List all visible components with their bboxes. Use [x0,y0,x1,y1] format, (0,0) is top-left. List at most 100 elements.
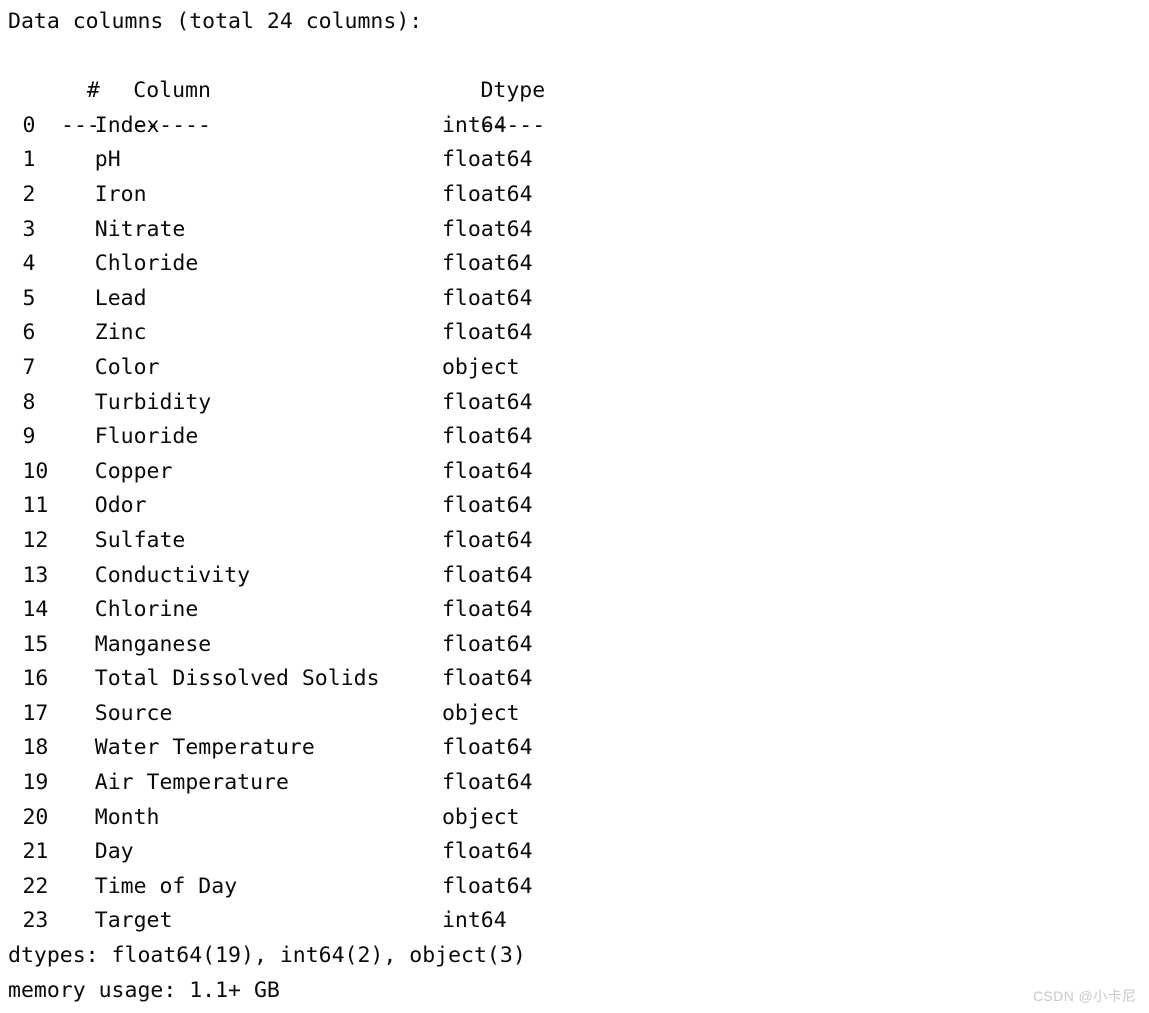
row-gap [66,524,95,559]
row-dtype: float64 [441,527,533,553]
table-row: 10 Copper float64 [8,455,1128,490]
row-dtype: float64 [441,873,533,899]
table-row: 7 Color object [8,351,1128,386]
row-column-name: Total Dissolved Solids [94,666,380,692]
table-row: 8 Turbidity float64 [8,386,1128,421]
row-index: 14 [22,597,49,623]
row-column-name: Conductivity [94,562,251,588]
row-indent [8,178,22,213]
row-index: 8 [22,389,36,415]
row-index: 21 [22,839,49,865]
row-dtype: float64 [441,216,533,242]
table-row: 14 Chlorine float64 [8,593,1128,628]
row-column-name: Target [94,908,173,934]
row-column-name: Index [94,112,160,138]
column-table-header: # Column Dtype [8,40,1128,103]
row-indent [8,593,22,628]
row-index: 4 [22,251,36,277]
row-indent [8,455,22,490]
row-gap [66,731,95,766]
row-indent [8,316,22,351]
row-indent [8,109,22,144]
row-dtype: float64 [441,735,533,761]
row-indent [8,213,22,248]
table-row: 18 Water Temperature float64 [8,731,1128,766]
table-row: 17 Source object [8,697,1128,732]
table-row: 11 Odor float64 [8,489,1128,524]
row-gap [66,628,95,663]
row-indent [8,143,22,178]
row-indent [8,420,22,455]
row-dtype: float64 [441,631,533,657]
row-dtype: float64 [441,493,533,519]
row-dtype: float64 [441,597,533,623]
header-number-label: # [61,78,113,104]
row-dtype: float64 [441,770,533,796]
column-rows-container: 0 Index int64 1 pH float64 2 Iron float64 3… [8,109,1128,939]
memory-usage: memory usage: 1.1+ GB [8,977,280,1003]
row-indent [8,801,22,836]
row-column-name: Fluoride [94,424,199,450]
row-index: 1 [22,147,36,173]
row-indent [8,351,22,386]
row-column-name: Time of Day [94,873,238,899]
row-indent [8,870,22,905]
table-row: 19 Air Temperature float64 [8,766,1128,801]
row-dtype: float64 [441,251,533,277]
row-dtype: float64 [441,666,533,692]
row-index: 10 [22,458,49,484]
row-index: 12 [22,527,49,553]
row-indent [8,731,22,766]
row-column-name: Turbidity [94,389,212,415]
row-dtype: object [441,804,520,830]
row-index: 18 [22,735,49,761]
row-index: 23 [22,908,49,934]
row-index: 11 [22,493,49,519]
row-dtype: int64 [441,112,507,138]
row-gap [66,489,95,524]
row-column-name: Air Temperature [94,770,289,796]
row-indent [8,904,22,939]
row-column-name: Manganese [94,631,212,657]
row-column-name: Nitrate [94,216,186,242]
row-dtype: float64 [441,285,533,311]
row-indent [8,662,22,697]
header-dtype-label: Dtype [480,78,546,104]
row-gap [66,282,95,317]
row-dtype: float64 [441,839,533,865]
row-gap [66,386,95,421]
table-row: 4 Chloride float64 [8,247,1128,282]
header-column-label: Column [133,78,211,104]
row-column-name: Chlorine [94,597,199,623]
table-row: 15 Manganese float64 [8,628,1128,663]
row-index: 5 [22,285,36,311]
row-gap [66,593,95,628]
row-column-name: Water Temperature [94,735,315,761]
row-dtype: float64 [441,320,533,346]
table-row: 16 Total Dissolved Solids float64 [8,662,1128,697]
table-row: 0 Index int64 [8,109,1128,144]
row-dtype: object [441,354,520,380]
row-gap [66,109,95,144]
row-column-name: pH [94,147,121,173]
row-dtype: float64 [441,389,533,415]
row-dtype: object [441,700,520,726]
row-indent [8,835,22,870]
row-gap [66,420,95,455]
row-column-name: Source [94,700,173,726]
row-index: 6 [22,320,36,346]
table-row: 23 Target int64 [8,904,1128,939]
row-indent [8,766,22,801]
row-indent [8,282,22,317]
row-gap [66,455,95,490]
row-gap [66,247,95,282]
row-index: 17 [22,700,49,726]
row-index: 15 [22,631,49,657]
row-dtype: float64 [441,562,533,588]
row-gap [66,559,95,594]
row-index: 3 [22,216,36,242]
row-column-name: Sulfate [94,527,186,553]
table-row: 20 Month object [8,801,1128,836]
pandas-info-output: Data columns (total 24 columns): # Colum… [8,5,1128,1008]
table-row: 9 Fluoride float64 [8,420,1128,455]
